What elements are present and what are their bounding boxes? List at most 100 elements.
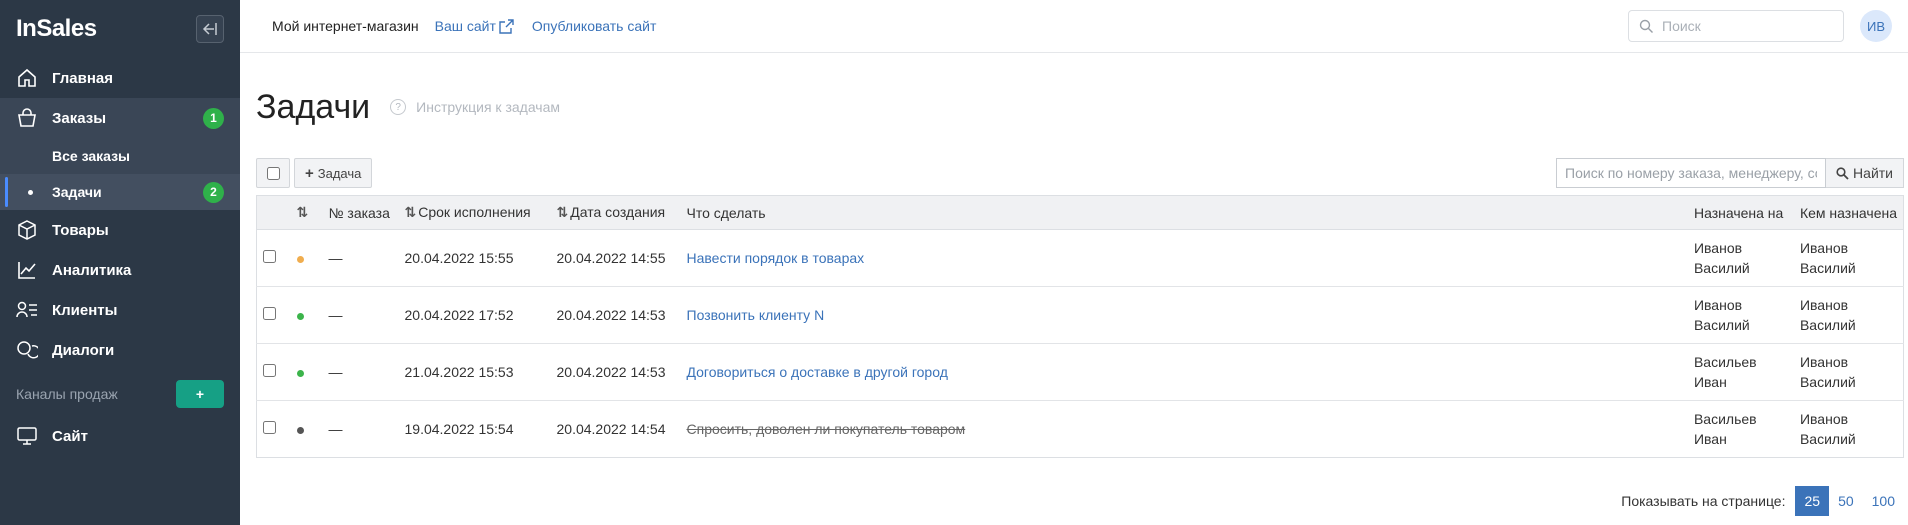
task-link[interactable]: Позвонить клиенту N: [687, 307, 825, 323]
add-task-button[interactable]: + Задача: [294, 158, 373, 188]
tasks-table-head: ⇅ № заказа ⇅ Срок исполнения ⇅ Дата создан…: [256, 195, 1904, 230]
add-channel-button[interactable]: +: [176, 380, 224, 408]
publish-site-link[interactable]: Опубликовать сайт: [532, 18, 656, 34]
created-cell: 20.04.2022 14:53: [550, 343, 681, 401]
status-dot-icon: [296, 370, 304, 377]
assigned-to-name: Иван: [1693, 374, 1727, 390]
sort-icon: ⇅: [404, 204, 417, 220]
your-site-link[interactable]: Ваш сайт: [435, 18, 514, 34]
assigned-by-surname: Иванов: [1799, 240, 1849, 256]
task-link[interactable]: Договориться о доставке в другой город: [687, 364, 948, 380]
table-row: — 19.04.2022 15:54 20.04.2022 14:54 Спро…: [257, 401, 1904, 458]
nav-label-tasks: Задачи: [52, 184, 102, 200]
nav-item-all-orders[interactable]: Все заказы: [0, 138, 240, 174]
tasks-table: ⇅ № заказа ⇅ Срок исполнения ⇅ Дата создан…: [256, 195, 1904, 458]
assigned-by-cell: Иванов Василий: [1794, 401, 1904, 458]
page-size-label: Показывать на странице:: [1621, 493, 1786, 509]
nav-item-site[interactable]: Сайт: [0, 416, 240, 456]
header-deadline-label: Срок исполнения: [418, 204, 531, 220]
plus-icon: +: [305, 164, 314, 182]
sort-icon: ⇅: [556, 204, 569, 220]
assigned-to-surname: Васильев: [1693, 354, 1757, 370]
tasks-help-label: Инструкция к задачам: [416, 99, 560, 115]
user-avatar[interactable]: ИВ: [1860, 10, 1892, 42]
assigned-to-cell: Васильев Иван: [1688, 401, 1794, 458]
shop-name: Мой интернет-магазин: [272, 18, 419, 34]
deadline-cell: 20.04.2022 15:55: [398, 229, 551, 287]
question-icon: ?: [390, 99, 407, 115]
page-size-100[interactable]: 100: [1863, 486, 1904, 516]
task-cell: Спросить, доволен ли покупатель товаром: [681, 401, 1688, 458]
monitor-icon: [16, 425, 38, 447]
page-size-50[interactable]: 50: [1829, 486, 1863, 516]
logo-row: InSales: [0, 0, 240, 58]
order-cell: —: [322, 229, 399, 287]
task-link[interactable]: Навести порядок в товарах: [687, 250, 865, 266]
page-size-25[interactable]: 25: [1795, 486, 1830, 516]
tasks-table-body: — 20.04.2022 15:55 20.04.2022 14:55 Наве…: [256, 229, 1904, 458]
nav-item-clients[interactable]: Клиенты: [0, 290, 240, 330]
row-select-cell: [256, 229, 291, 287]
nav-item-analytics[interactable]: Аналитика: [0, 250, 240, 290]
assigned-by-surname: Иванов: [1799, 411, 1849, 427]
header-created[interactable]: ⇅ Дата создания: [550, 195, 681, 230]
external-link-icon: [499, 18, 514, 34]
table-row: — 20.04.2022 15:55 20.04.2022 14:55 Наве…: [256, 229, 1904, 287]
tasks-help-link[interactable]: ? Инструкция к задачам: [390, 99, 560, 115]
sidebar: InSales Главная Заказы 1 Все заказы Зада…: [0, 0, 240, 525]
task-search-input[interactable]: [1556, 158, 1827, 188]
assigned-by-surname: Иванов: [1799, 297, 1849, 313]
row-checkbox[interactable]: [263, 307, 276, 320]
assigned-by-name: Василий: [1799, 260, 1856, 276]
header-what: Что сделать: [680, 195, 1688, 230]
find-button[interactable]: Найти: [1826, 158, 1904, 188]
status-dot-icon: [296, 427, 304, 434]
task-cell: Позвонить клиенту N: [680, 286, 1688, 344]
row-checkbox[interactable]: [263, 250, 276, 263]
sort-icon: ⇅: [296, 204, 309, 220]
assigned-by-cell: Иванов Василий: [1793, 229, 1904, 287]
nav-item-products[interactable]: Товары: [0, 210, 240, 250]
status-cell: [290, 229, 323, 287]
header-assigned-to: Назначена на: [1687, 195, 1794, 230]
nav-item-tasks[interactable]: Задачи 2: [0, 174, 240, 210]
assigned-by-surname: Иванов: [1799, 354, 1849, 370]
find-label: Найти: [1853, 165, 1893, 181]
nav-label-clients: Клиенты: [52, 301, 118, 319]
table-row: — 21.04.2022 15:53 20.04.2022 14:53 Дого…: [256, 343, 1904, 401]
sales-channels-label: Каналы продаж: [16, 386, 118, 402]
header-deadline[interactable]: ⇅ Срок исполнения: [398, 195, 551, 230]
search-icon: [1836, 166, 1849, 180]
assigned-to-surname: Иванов: [1693, 297, 1743, 313]
shopping-bag-icon: [16, 107, 38, 129]
trend-chart-icon: [16, 259, 38, 281]
orders-submenu: Все заказы Задачи 2: [0, 138, 240, 210]
global-search-input[interactable]: [1662, 18, 1822, 34]
nav-item-home[interactable]: Главная: [0, 58, 240, 98]
your-site-label: Ваш сайт: [434, 18, 496, 34]
assigned-to-surname: Васильев: [1693, 411, 1757, 427]
header-status-sort[interactable]: ⇅: [290, 195, 323, 230]
assigned-to-surname: Иванов: [1693, 240, 1743, 256]
order-cell: —: [322, 343, 399, 401]
row-checkbox[interactable]: [263, 421, 276, 434]
deadline-cell: 19.04.2022 15:54: [404, 421, 514, 437]
nav-label-products: Товары: [52, 221, 109, 239]
nav-item-orders[interactable]: Заказы 1: [0, 98, 240, 138]
global-search[interactable]: [1628, 10, 1844, 42]
sales-channels-row: Каналы продаж +: [0, 372, 240, 416]
nav-label-site: Сайт: [52, 427, 88, 445]
collapse-sidebar-button[interactable]: [196, 15, 224, 43]
row-checkbox[interactable]: [263, 364, 276, 377]
logo[interactable]: InSales: [16, 15, 97, 43]
assigned-to-cell: Васильев Иван: [1687, 343, 1794, 401]
box-icon: [16, 219, 38, 241]
select-all-checkbox[interactable]: [266, 166, 280, 180]
assigned-by-cell: Иванов Василий: [1793, 286, 1904, 344]
select-all-wrapper: [256, 158, 290, 188]
task-link-completed[interactable]: Спросить, доволен ли покупатель товаром: [687, 421, 966, 437]
nav-item-dialogs[interactable]: Диалоги: [0, 330, 240, 370]
page-title: Задачи: [256, 87, 371, 126]
main-area: Мой интернет-магазин Ваш сайт Опубликова…: [240, 0, 1908, 525]
tasks-toolbar: + Задача Найти: [256, 157, 1904, 189]
